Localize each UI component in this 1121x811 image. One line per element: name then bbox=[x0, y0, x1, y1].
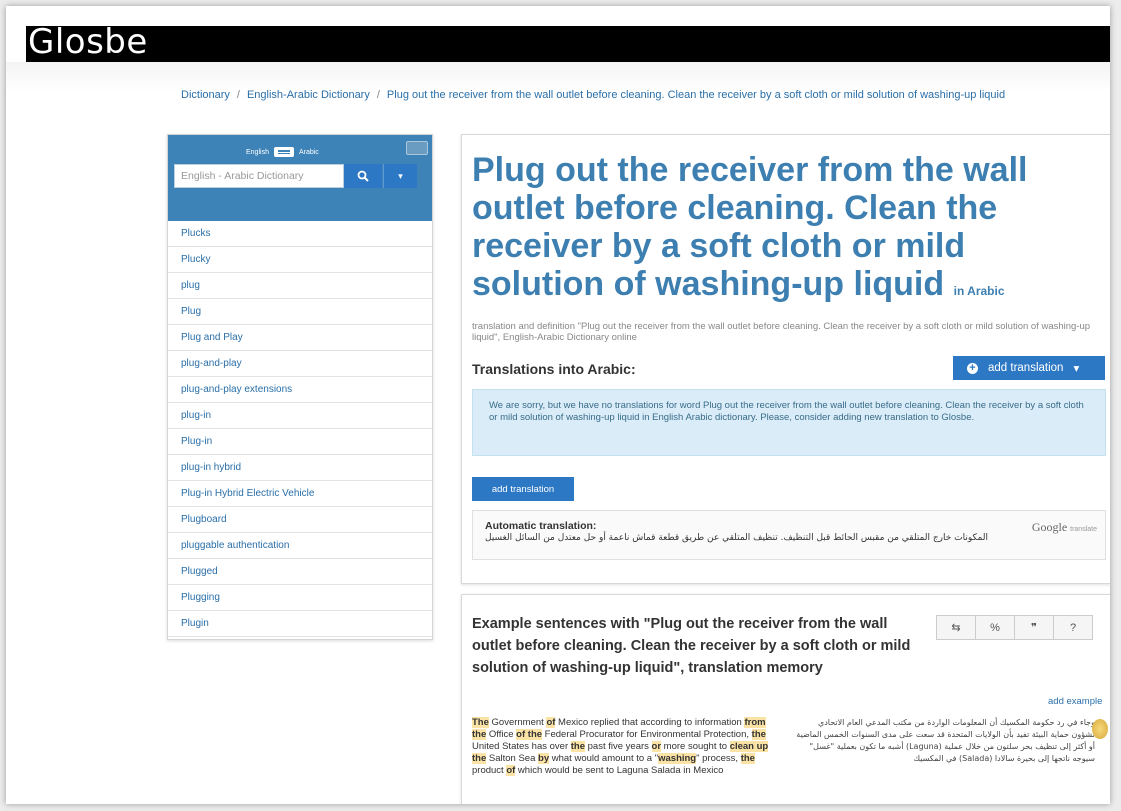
automatic-translation-label: Automatic translation: bbox=[485, 520, 597, 532]
sentence-fragment: Salton Sea bbox=[486, 753, 539, 764]
browser-page: Glosbe Dictionary / English-Arabic Diction… bbox=[6, 6, 1110, 804]
header-shadow bbox=[6, 62, 1110, 92]
sidebar-item[interactable]: plug-and-play extensions bbox=[168, 377, 432, 403]
add-translation-label: add translation bbox=[988, 362, 1064, 374]
plus-icon: + bbox=[967, 362, 978, 374]
breadcrumb-separator: / bbox=[376, 89, 380, 101]
breadcrumb-separator: / bbox=[236, 89, 240, 101]
sidebar-item[interactable]: plug bbox=[168, 273, 432, 299]
lang-from[interactable]: English bbox=[246, 149, 269, 156]
sidebar-item[interactable]: Plugboard bbox=[168, 507, 432, 533]
highlighted-word: of the bbox=[516, 729, 543, 740]
sidebar-item[interactable]: pluggable authentication bbox=[168, 533, 432, 559]
add-example-link[interactable]: add example bbox=[1048, 696, 1102, 707]
sidebar: English Arabic English - Arabic Dictiona… bbox=[167, 134, 433, 640]
breadcrumb-dictionary[interactable]: Dictionary bbox=[181, 89, 230, 101]
keyboard-toggle-button[interactable] bbox=[406, 141, 428, 155]
automatic-translation-box: Automatic translation: المكونات خارج الم… bbox=[472, 510, 1106, 560]
sentence-fragment: Federal Procurator for Environmental Pro… bbox=[542, 729, 752, 740]
highlighted-word: the bbox=[751, 729, 766, 740]
examples-toolbar: ⇆ % ❞ ? bbox=[936, 615, 1093, 640]
sidebar-item[interactable]: Plugin bbox=[168, 611, 432, 637]
sidebar-item[interactable]: plug-and-play bbox=[168, 351, 432, 377]
quote-icon[interactable]: ❞ bbox=[1014, 615, 1054, 640]
example-sentence-english: The Government of Mexico replied that ac… bbox=[472, 717, 782, 777]
sidebar-item[interactable]: Plugging bbox=[168, 585, 432, 611]
glosbe-logo[interactable]: Glosbe bbox=[28, 22, 148, 62]
sidebar-item[interactable]: Plug-in bbox=[168, 429, 432, 455]
caret-down-icon: ▾ bbox=[1073, 363, 1080, 375]
search-button[interactable] bbox=[344, 164, 382, 188]
examples-heading: Example sentences with "Plug out the rec… bbox=[472, 616, 911, 676]
add-translation-button[interactable]: add translation bbox=[472, 477, 574, 501]
sidebar-item[interactable]: Plug and Play bbox=[168, 325, 432, 351]
sentence-fragment: which would be sent to Laguna Salada in … bbox=[515, 765, 724, 776]
breadcrumb-english-arabic[interactable]: English-Arabic Dictionary bbox=[247, 89, 370, 101]
sentence-fragment: past five years bbox=[585, 741, 652, 752]
sentence-fragment: Government bbox=[488, 717, 547, 728]
page-title-suffix: in Arabic bbox=[953, 284, 1005, 298]
sentence-fragment: " process, bbox=[696, 753, 741, 764]
contributor-avatar bbox=[1092, 719, 1108, 739]
refresh-icon[interactable]: ⇆ bbox=[936, 615, 976, 640]
lang-to[interactable]: Arabic bbox=[299, 149, 319, 156]
translations-heading: Translations into Arabic: bbox=[472, 361, 636, 377]
sentence-fragment: United States has over bbox=[472, 741, 571, 752]
google-label: Google bbox=[1031, 520, 1068, 534]
sentence-fragment: Mexico replied that according to informa… bbox=[555, 717, 745, 728]
highlighted-word: The bbox=[472, 717, 489, 728]
no-translation-notice: We are sorry, but we have no translation… bbox=[472, 389, 1106, 456]
highlighted-word: the bbox=[570, 741, 585, 752]
sidebar-item[interactable]: Plug-in Hybrid Electric Vehicle bbox=[168, 481, 432, 507]
top-bar: Glosbe bbox=[26, 22, 1110, 62]
examples-card: Example sentences with "Plug out the rec… bbox=[461, 594, 1110, 804]
caret-down-icon: ▾ bbox=[398, 170, 403, 181]
highlighted-word: by bbox=[538, 753, 550, 764]
swap-languages-icon[interactable] bbox=[273, 147, 294, 157]
sidebar-item[interactable]: plug-in hybrid bbox=[168, 455, 432, 481]
page-title: Plug out the receiver from the wall outl… bbox=[472, 151, 1102, 310]
highlighted-word: or bbox=[651, 741, 662, 752]
sidebar-item[interactable]: Plucks bbox=[168, 221, 432, 247]
sentence-fragment: Office bbox=[486, 729, 517, 740]
language-switch: English Arabic bbox=[246, 147, 319, 157]
highlighted-word: washing bbox=[658, 753, 697, 764]
breadcrumb: Dictionary / English-Arabic Dictionary / Plu… bbox=[181, 89, 1005, 101]
translation-card: Plug out the receiver from the wall outl… bbox=[461, 134, 1110, 584]
help-icon[interactable]: ? bbox=[1053, 615, 1093, 640]
add-translation-dropdown-button[interactable]: + add translation ▾ bbox=[953, 356, 1105, 380]
link-icon[interactable]: % bbox=[975, 615, 1015, 640]
sidebar-search-panel: English Arabic English - Arabic Dictiona… bbox=[168, 135, 432, 221]
example-sentence-arabic: وجاء في رد حكومة المكسيك أن المعلومات ال… bbox=[796, 718, 1095, 763]
sentence-fragment: what would amount to a " bbox=[549, 753, 659, 764]
search-options-dropdown[interactable]: ▾ bbox=[383, 164, 417, 188]
sidebar-item[interactable]: Plug bbox=[168, 299, 432, 325]
google-translate-logo: Google translate bbox=[1032, 520, 1097, 535]
sidebar-item[interactable]: Plucky bbox=[168, 247, 432, 273]
related-phrases-list: Plucks Plucky plug Plug Plug and Play pl… bbox=[168, 221, 432, 637]
highlighted-word: the bbox=[740, 753, 755, 764]
sidebar-item[interactable]: Plugged bbox=[168, 559, 432, 585]
highlighted-word: of bbox=[506, 765, 516, 776]
page-description: translation and definition "Plug out the… bbox=[472, 321, 1091, 343]
sidebar-item[interactable]: plug-in bbox=[168, 403, 432, 429]
search-icon bbox=[357, 170, 369, 182]
sentence-fragment: more sought to bbox=[661, 741, 730, 752]
sentence-fragment: product bbox=[472, 765, 507, 776]
page-title-phrase: Plug out the receiver from the wall outl… bbox=[472, 151, 1028, 303]
breadcrumb-current-phrase[interactable]: Plug out the receiver from the wall outl… bbox=[387, 89, 1005, 101]
google-suffix: translate bbox=[1070, 526, 1097, 533]
automatic-translation-text: المكونات خارج المتلقي من مقبس الحائط قبل… bbox=[485, 533, 988, 543]
search-input[interactable]: English - Arabic Dictionary bbox=[174, 164, 344, 188]
